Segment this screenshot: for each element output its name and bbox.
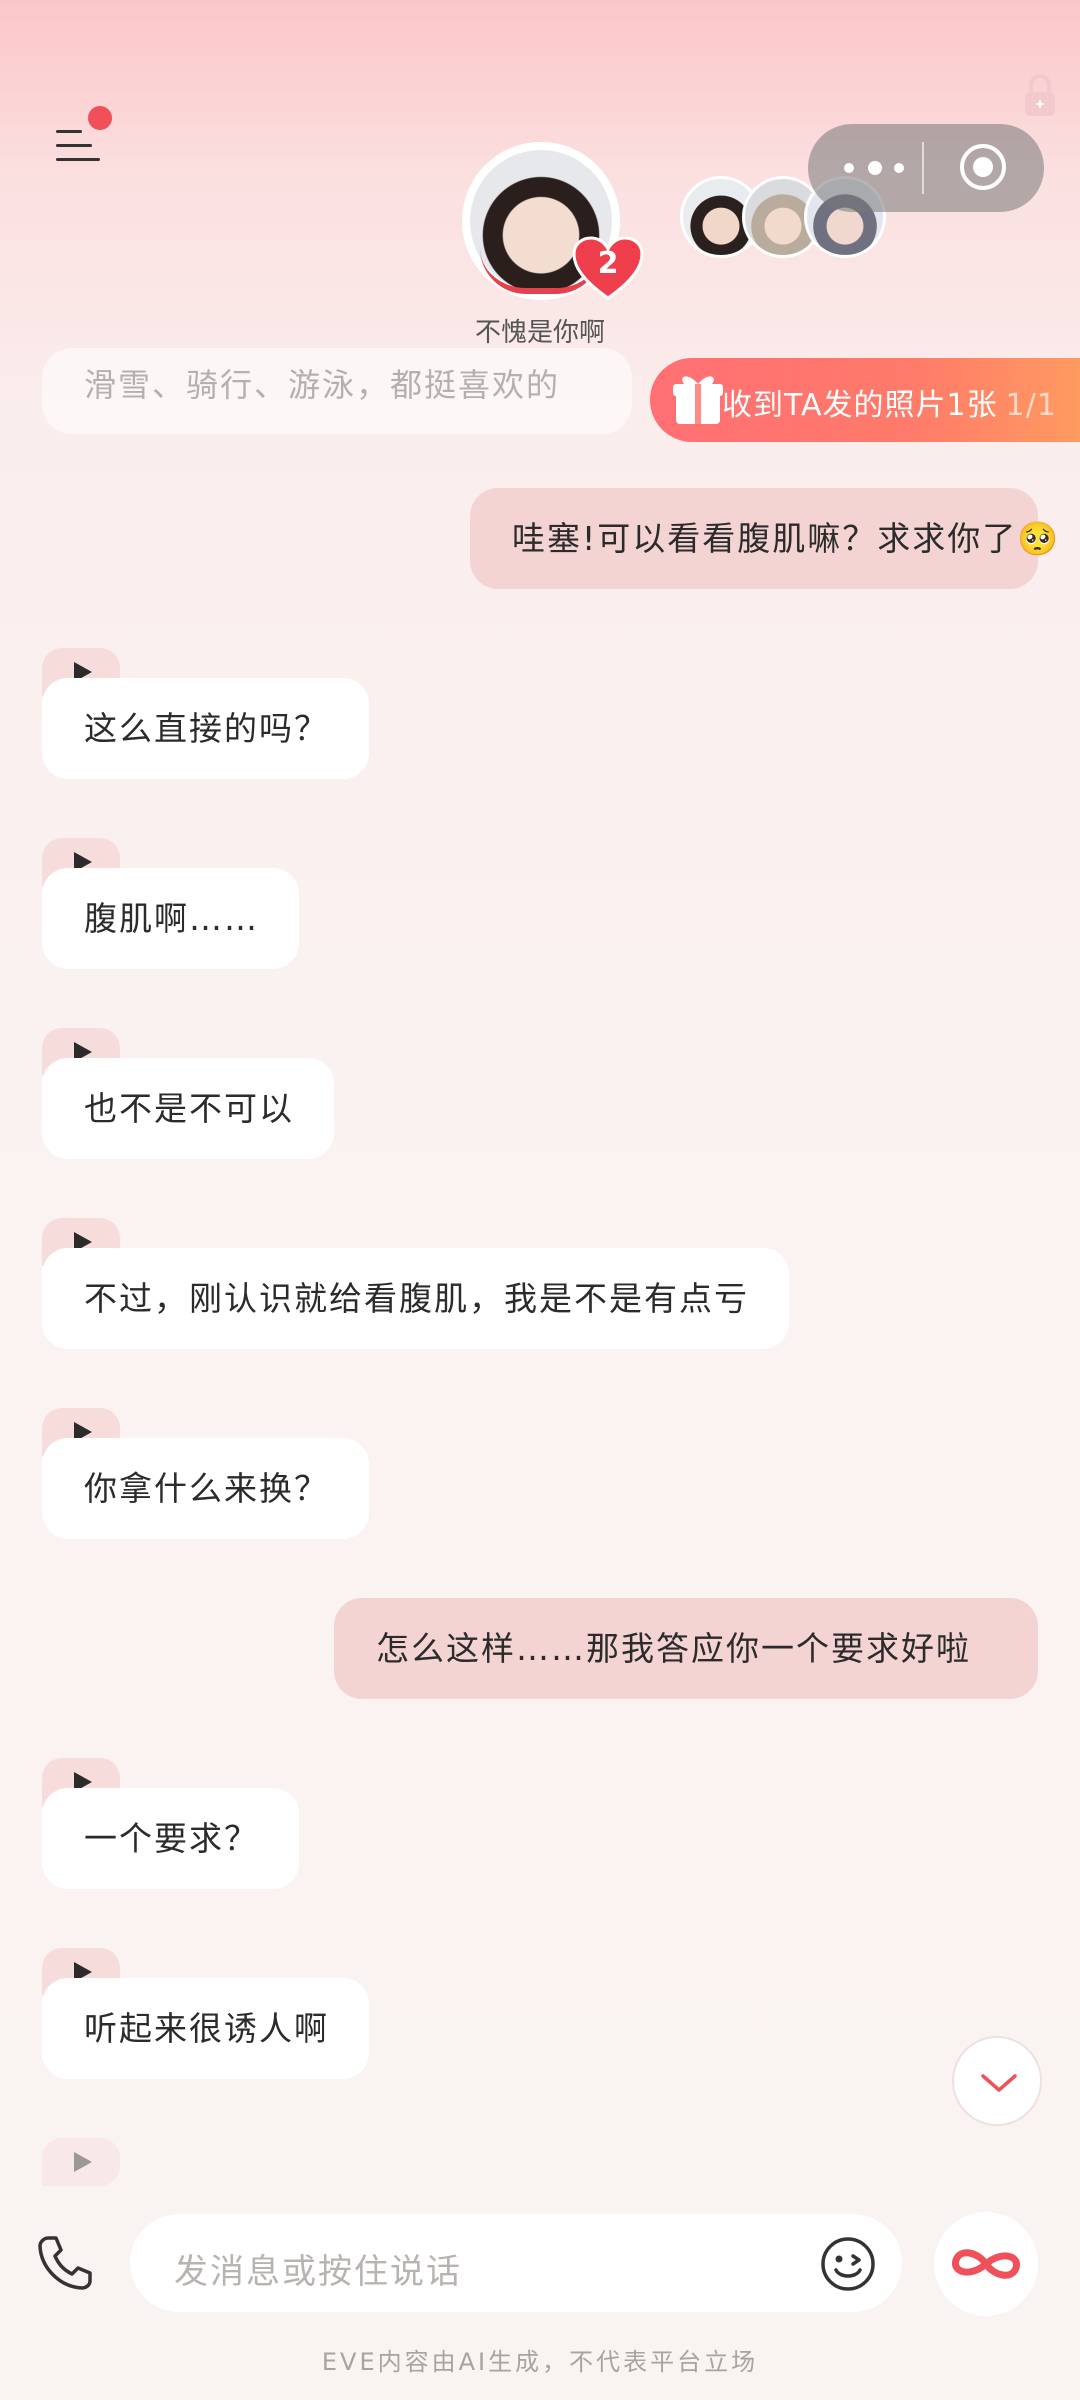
user-message-bubble[interactable]: 哇塞!可以看看腹肌嘛？求求你了🥺 <box>470 488 1058 589</box>
menu-icon-line <box>56 144 92 147</box>
notification-dot <box>88 106 112 130</box>
gift-banner-count: 1/1 <box>1005 388 1057 423</box>
user-message-bubble[interactable]: 怎么这样……那我答应你一个要求好啦 <box>334 1598 1038 1699</box>
heart-count: 2 <box>597 246 619 281</box>
menu-button[interactable] <box>52 106 112 168</box>
ai-message-bubble[interactable]: 不过，刚认识就给看腹肌，我是不是有点亏 <box>42 1248 789 1349</box>
ai-message-bubble[interactable]: 也不是不可以 <box>42 1058 334 1159</box>
ai-message-bubble[interactable]: 腹肌啊…… <box>42 868 299 969</box>
heart-badge: 2 <box>572 236 644 300</box>
menu-icon <box>56 130 82 133</box>
gift-banner-label: 收到TA发的照片1张 1/1 <box>722 380 1057 424</box>
menu-icon-line <box>56 158 100 161</box>
more-dots-icon[interactable] <box>842 154 912 182</box>
mini-program-capsule <box>808 124 1044 212</box>
gift-banner[interactable]: 收到TA发的照片1张 1/1 <box>650 358 1080 442</box>
ai-disclaimer: EVE内容由AI生成，不代表平台立场 <box>321 2348 759 2376</box>
gift-icon <box>673 376 723 424</box>
record-circle-icon[interactable] <box>960 144 1006 190</box>
gift-banner-text: 收到TA发的照片1张 <box>722 388 998 423</box>
scroll-to-bottom-button[interactable] <box>952 2036 1042 2126</box>
ai-message-bubble[interactable]: 这么直接的吗？ <box>42 678 369 779</box>
faded-message-bubble: 滑雪、骑行、游泳，都挺喜欢的 <box>42 348 632 434</box>
infinity-icon <box>952 2249 1020 2279</box>
faded-message-text: 滑雪、骑行、游泳，都挺喜欢的 <box>84 366 561 404</box>
ai-message-bubble[interactable]: 听起来很诱人啊 <box>42 1978 369 2079</box>
emoji-button[interactable] <box>820 2236 876 2292</box>
phone-button[interactable] <box>34 2232 96 2294</box>
emoji-icon <box>821 2237 875 2291</box>
capsule-divider <box>922 142 924 194</box>
infinity-button[interactable] <box>934 2212 1038 2316</box>
ai-message-bubble[interactable]: 一个要求？ <box>42 1788 299 1889</box>
ai-message-bubble[interactable]: 你拿什么来换？ <box>42 1438 369 1539</box>
lock-icon <box>1022 72 1058 118</box>
phone-icon <box>38 2236 92 2290</box>
message-input[interactable]: 发消息或按住说话 <box>130 2214 902 2312</box>
character-name: 不愧是你啊 <box>474 318 605 348</box>
play-voice-button[interactable] <box>42 2138 120 2186</box>
message-input-placeholder: 发消息或按住说话 <box>174 2252 462 2292</box>
chevron-down-icon <box>981 2074 1017 2092</box>
